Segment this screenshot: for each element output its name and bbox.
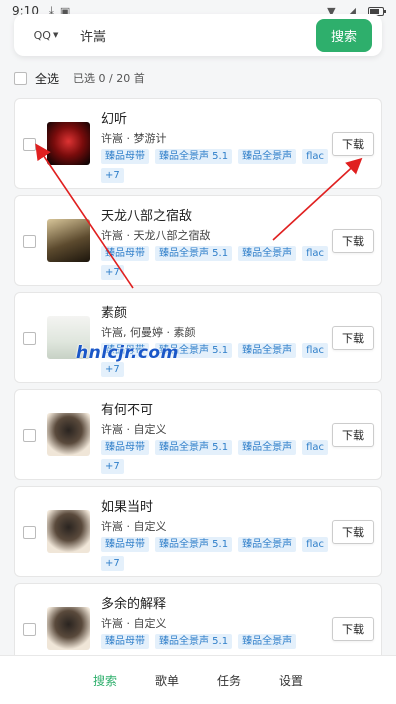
nav-tasks[interactable]: 任务 [215,668,243,693]
quality-tag: flac [302,537,329,552]
quality-tag: flac [302,343,329,358]
quality-tag: flac [302,440,329,455]
select-all-label[interactable]: 全选 [35,70,59,87]
quality-tag: 臻品母带 [101,149,149,164]
song-checkbox[interactable] [23,429,36,442]
quality-tag: 臻品全景声 [238,246,297,261]
song-card[interactable]: 天龙八部之宿敌许嵩 · 天龙八部之宿敌 臻品母带 臻品全景声 5.1 臻品全景声 fla… [14,195,382,286]
song-card[interactable]: 有何不可许嵩 · 自定义 臻品母带 臻品全景声 5.1 臻品全景声 flac +7 下载 [14,389,382,480]
song-meta: 许嵩 · 自定义 [101,617,167,630]
album-cover-icon [47,219,90,262]
search-button[interactable]: 搜索 [316,18,372,52]
quality-tag: 臻品全景声 5.1 [155,634,233,649]
source-label: QQ [33,28,51,42]
song-checkbox[interactable] [23,235,36,248]
song-meta: 许嵩 · 天龙八部之宿敌 [101,229,211,242]
quality-tag: 臻品全景声 5.1 [155,246,233,261]
quality-tags: 臻品母带 臻品全景声 5.1 臻品全景声 flac +7 [101,246,333,280]
quality-tag: +7 [101,459,124,474]
song-card[interactable]: 如果当时许嵩 · 自定义 臻品母带 臻品全景声 5.1 臻品全景声 flac +7 下载 [14,486,382,577]
download-button[interactable]: 下载 [332,617,374,641]
song-title: 有何不可 [101,403,154,418]
select-all-row: 全选 已选 0 / 20 首 [14,68,145,88]
song-meta: 许嵩 · 自定义 [101,423,167,436]
quality-tags: 臻品母带 臻品全景声 5.1 臻品全景声 flac +7 [101,537,333,571]
song-meta: 许嵩 · 自定义 [101,520,167,533]
nav-playlists[interactable]: 歌单 [153,668,181,693]
quality-tags: 臻品母带 臻品全景声 5.1 臻品全景声 [101,634,333,649]
quality-tag: 臻品全景声 [238,440,297,455]
quality-tag: flac [302,246,329,261]
song-meta: 许嵩 · 梦游计 [101,132,167,145]
bottom-nav: 搜索 歌单 任务 设置 [0,655,396,704]
source-select[interactable]: QQ ▼ [14,29,78,42]
quality-tag: +7 [101,265,124,280]
watermark: hnlcjr.com [76,343,179,363]
selected-count: 已选 0 / 20 首 [73,72,145,85]
quality-tag: 臻品全景声 [238,537,297,552]
download-button[interactable]: 下载 [332,326,374,350]
quality-tag: 臻品全景声 5.1 [155,149,233,164]
song-checkbox[interactable] [23,526,36,539]
quality-tag: 臻品母带 [101,634,149,649]
download-button[interactable]: 下载 [332,132,374,156]
song-checkbox[interactable] [23,623,36,636]
song-checkbox[interactable] [23,138,36,151]
quality-tag: +7 [101,556,124,571]
song-meta: 许嵩, 何曼婷 · 素颜 [101,326,196,339]
quality-tag: 臻品全景声 5.1 [155,440,233,455]
download-button[interactable]: 下载 [332,520,374,544]
quality-tag: 臻品母带 [101,537,149,552]
quality-tag: 臻品母带 [101,246,149,261]
quality-tag: flac [302,149,329,164]
quality-tag: 臻品全景声 [238,149,297,164]
song-title: 多余的解释 [101,597,167,612]
song-title: 如果当时 [101,500,154,515]
song-title: 幻听 [101,112,128,127]
quality-tags: 臻品母带 臻品全景声 5.1 臻品全景声 flac +7 [101,440,333,474]
song-list: 幻听 许嵩 · 梦游计 臻品母带 臻品全景声 5.1 臻品全景声 flac +7 下载 天龙八部… [14,98,382,680]
download-button[interactable]: 下载 [332,229,374,253]
search-input[interactable] [78,18,316,52]
chevron-down-icon: ▼ [52,31,59,39]
album-cover-icon [47,122,90,165]
quality-tag: +7 [101,362,124,377]
quality-tags: 臻品母带 臻品全景声 5.1 臻品全景声 flac +7 [101,149,333,183]
nav-search[interactable]: 搜索 [91,668,119,693]
song-title: 天龙八部之宿敌 [101,209,193,224]
quality-tag: +7 [101,168,124,183]
song-card[interactable]: 幻听许嵩 · 梦游计 臻品母带 臻品全景声 5.1 臻品全景声 flac +7 下载 [14,98,382,189]
quality-tag: 臻品全景声 [238,343,297,358]
quality-tag: 臻品全景声 [238,634,297,649]
quality-tag: 臻品全景声 5.1 [155,537,233,552]
song-checkbox[interactable] [23,332,36,345]
album-cover-icon [47,510,90,553]
nav-settings[interactable]: 设置 [277,668,305,693]
song-card[interactable]: 素颜 许嵩, 何曼婷 · 素颜 臻品母带 臻品全景声 5.1 臻品全景声 flac +7 下载 [14,292,382,383]
song-title: 素颜 [101,306,128,321]
album-cover-icon [47,607,90,650]
album-cover-icon [47,413,90,456]
search-bar: QQ ▼ 搜索 [14,14,382,56]
quality-tag: 臻品母带 [101,440,149,455]
select-all-checkbox[interactable] [14,71,27,85]
download-button[interactable]: 下载 [332,423,374,447]
